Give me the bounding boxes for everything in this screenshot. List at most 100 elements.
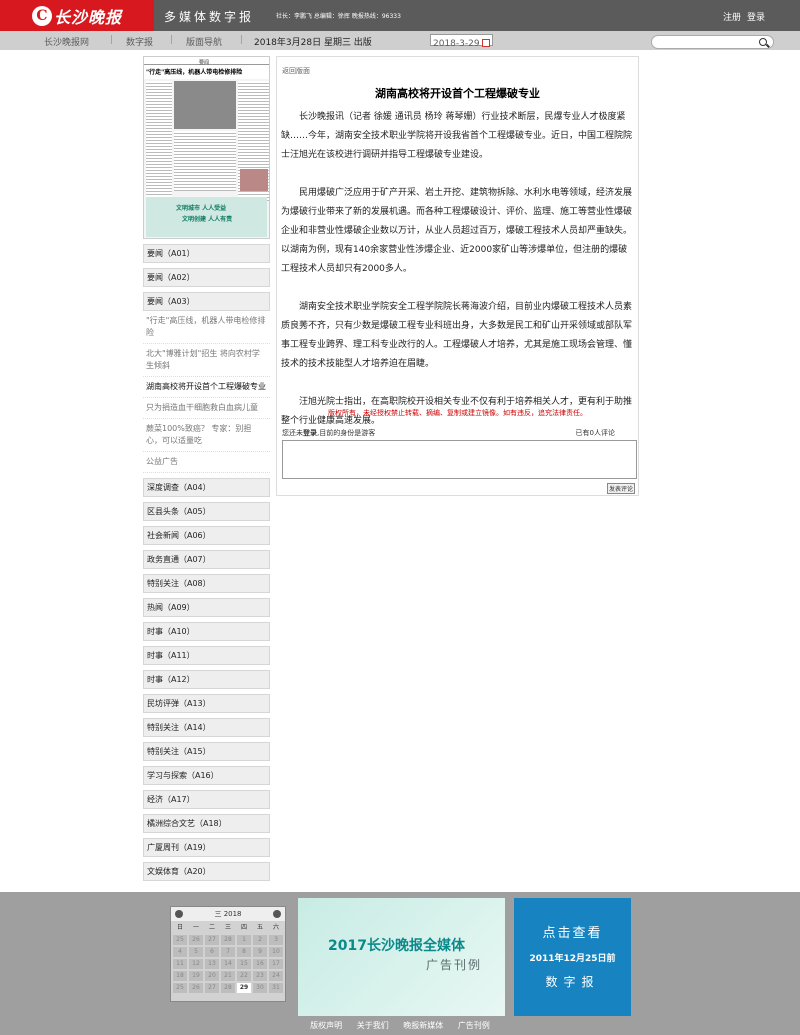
calendar-day[interactable]: 26 [189,935,203,945]
thumbnail-ad-line1: 文明城市 人人受益 [176,205,227,212]
logo[interactable]: C 长沙晚报 [0,0,154,31]
calendar-day[interactable]: 14 [221,959,235,969]
calendar-day[interactable]: 21 [221,971,235,981]
calendar-day[interactable]: 17 [269,959,283,969]
comment-login-link[interactable]: 登录 [303,429,317,437]
comment-status: 您还未登录,目前的身份是游客 [282,428,375,438]
calendar-day[interactable]: 28 [221,983,235,993]
calendar-day[interactable]: 5 [189,947,203,957]
article-paragraph: 湖南安全技术职业学院安全工程学院院长蒋海波介绍，目前业内爆破工程技术人员素质良莠… [281,302,633,369]
calendar-day[interactable]: 25 [173,935,187,945]
section-item[interactable]: 经济（A17） [143,790,270,809]
footer-link[interactable]: 关于我们 [357,1021,389,1030]
submit-comment-button[interactable]: 发表评论 [607,483,636,494]
section-item[interactable]: 广厦周刊（A19） [143,838,270,857]
calendar-day[interactable]: 10 [269,947,283,957]
thumbnail-photo [240,169,268,191]
article-list-item[interactable]: 北大"博雅计划"招生 将向农村学生倾斜 [143,344,270,377]
thumbnail-photo [174,81,236,129]
calendar-day[interactable]: 28 [221,935,235,945]
section-item[interactable]: 特别关注（A14） [143,718,270,737]
calendar-day[interactable]: 24 [269,971,283,981]
calendar-day[interactable]: 19 [189,971,203,981]
calendar-day-selected[interactable]: 29 [237,983,251,993]
article-list-item[interactable]: 公益广告 [143,452,270,473]
page-thumbnail[interactable]: 要闻 "行走"高压线，机器人带电检修排险 文明城市 人人受益 文明创建 人人有责 [143,56,270,239]
calendar-day[interactable]: 1 [237,935,251,945]
login-link[interactable]: 登录 [747,10,765,23]
nav-item-digital[interactable]: 数字报 [126,35,153,48]
article-list-item[interactable]: "行走"高压线，机器人带电检修排险 [143,311,270,344]
ad-banner-media[interactable]: 2017长沙晚报全媒体 广告刊例 [298,898,505,1016]
calendar-day[interactable]: 22 [237,971,251,981]
calendar-day[interactable]: 4 [173,947,187,957]
article-list-item[interactable]: 只为捐造血干细胞救白血病儿童 [143,398,270,419]
calendar-icon[interactable] [482,39,490,47]
section-item[interactable]: 要闻（A01） [143,244,270,263]
thumbnail-headline: "行走"高压线，机器人带电检修排险 [144,65,269,79]
section-item[interactable]: 特别关注（A15） [143,742,270,761]
ad-banner-digital[interactable]: 点击查看 2011年12月25日前 数字报 [514,898,631,1016]
calendar-day[interactable]: 11 [173,959,187,969]
calendar-day[interactable]: 7 [221,947,235,957]
section-item[interactable]: 政务直通（A07） [143,550,270,569]
section-item[interactable]: 橘洲综合文艺（A18） [143,814,270,833]
search-input[interactable] [651,35,774,49]
comment-textarea[interactable] [282,440,637,479]
article-list-item[interactable]: 蕨菜100%致癌？ 专家：别担心，可以适量吃 [143,419,270,452]
next-month-icon[interactable] [273,910,281,918]
calendar-day[interactable]: 9 [253,947,267,957]
section-item[interactable]: 文娱体育（A20） [143,862,270,881]
nav-item-home[interactable]: 长沙晚报网 [44,35,89,48]
calendar-day[interactable]: 2 [253,935,267,945]
calendar-day[interactable]: 23 [253,971,267,981]
section-item[interactable]: 深度调查（A04） [143,478,270,497]
section-item[interactable]: 时事（A10） [143,622,270,641]
calendar-day[interactable]: 26 [189,983,203,993]
calendar-day[interactable]: 27 [205,983,219,993]
calendar-day[interactable]: 25 [173,983,187,993]
back-to-page-link[interactable]: 返回版面 [282,66,310,76]
section-item[interactable]: 要闻（A03） [143,292,270,311]
article-list-item[interactable]: 湖南高校将开设首个工程爆破专业 [143,377,270,398]
section-item[interactable]: 社会新闻（A06） [143,526,270,545]
article-panel: 返回版面 湖南高校将开设首个工程爆破专业 长沙晚报讯（记者 徐媛 通讯员 杨玲 … [276,56,639,496]
thumbnail-ad-line2: 文明创建 人人有责 [182,216,233,223]
calendar-day[interactable]: 13 [205,959,219,969]
comment-count: 已有0人评论 [575,429,615,437]
section-item[interactable]: 民坊评弹（A13） [143,694,270,713]
calendar-day[interactable]: 6 [205,947,219,957]
issue-date: 2018年3月28日 星期三 出版 [254,38,372,48]
register-link[interactable]: 注册 [723,10,741,23]
calendar-day[interactable]: 12 [189,959,203,969]
footer-links: 版权声明 关于我们 晚报新媒体 广告刊例 [0,1020,800,1031]
ad-digital-line3: 数字报 [545,975,600,989]
calendar-day[interactable]: 8 [237,947,251,957]
calendar-day[interactable]: 16 [253,959,267,969]
section-item[interactable]: 学习与探索（A16） [143,766,270,785]
section-item[interactable]: 特别关注（A08） [143,574,270,593]
date-picker-input[interactable]: 2018-3-29 [430,34,493,49]
article-body: 长沙晚报讯（记者 徐媛 通讯员 杨玲 蒋琴姗）行业技术断层，民爆专业人才极度紧缺… [281,108,636,431]
calendar-day[interactable]: 3 [269,935,283,945]
footer-link[interactable]: 版权声明 [310,1021,342,1030]
footer-link[interactable]: 广告刊例 [458,1021,490,1030]
section-item[interactable]: 区县头条（A05） [143,502,270,521]
calendar-day[interactable]: 27 [205,935,219,945]
calendar-day[interactable]: 30 [253,983,267,993]
search-icon[interactable] [759,38,767,46]
section-item[interactable]: 要闻（A02） [143,268,270,287]
calendar-weekday: 五 [256,924,263,931]
footer-link[interactable]: 晚报新媒体 [403,1021,443,1030]
section-item[interactable]: 时事（A12） [143,670,270,689]
section-item[interactable]: 热闻（A09） [143,598,270,617]
prev-month-icon[interactable] [175,910,183,918]
section-item[interactable]: 时事（A11） [143,646,270,665]
calendar-day[interactable]: 15 [237,959,251,969]
calendar-day[interactable]: 18 [173,971,187,981]
calendar-day[interactable]: 20 [205,971,219,981]
nav-item-layout[interactable]: 版面导航 [186,35,222,48]
calendar-day[interactable]: 31 [269,983,283,993]
date-value: 2018-3-29 [433,39,480,49]
thumbnail-ad: 文明城市 人人受益 文明创建 人人有责 [146,197,267,237]
